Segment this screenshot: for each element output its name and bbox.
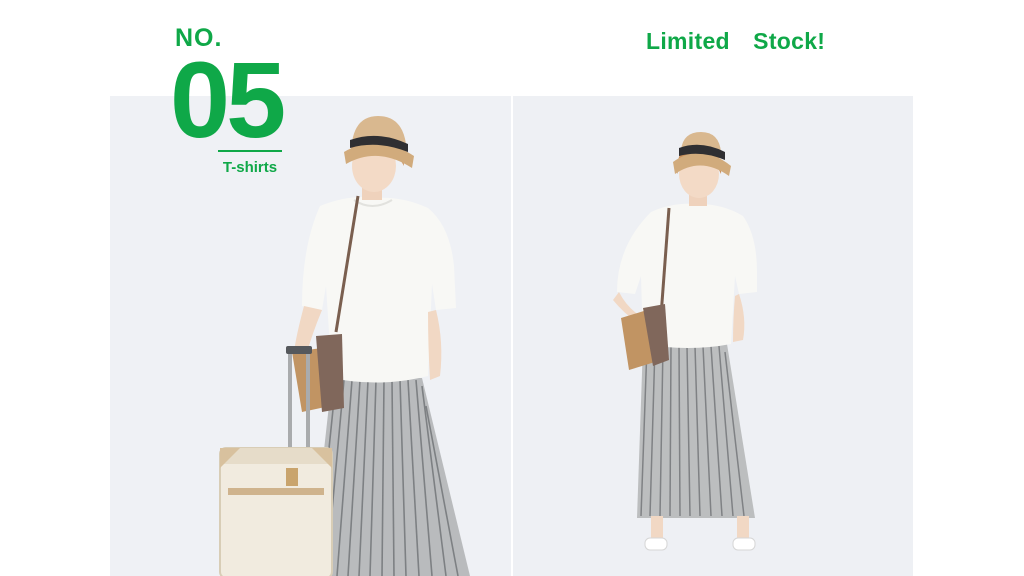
model-photo-right (513, 96, 913, 576)
limited-stock-tagline: Limited Stock! (646, 28, 826, 54)
category-divider (218, 150, 282, 152)
model-photo-left (110, 96, 511, 576)
product-page: NO. 05 T-shirts Limited Stock! (0, 0, 1024, 576)
category-label: T-shirts (222, 159, 278, 176)
item-number: 05 (170, 39, 286, 160)
